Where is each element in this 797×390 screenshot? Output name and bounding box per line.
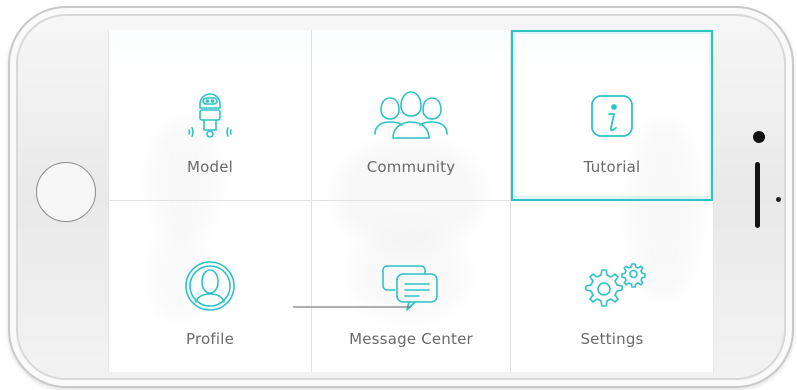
menu-tile-message-center[interactable]: Message Center [312, 201, 511, 372]
menu-tile-profile[interactable]: Profile [109, 201, 312, 372]
earpiece-speaker [755, 162, 760, 228]
tile-label: Profile [185, 330, 235, 348]
menu-tile-settings[interactable]: Settings [511, 201, 713, 372]
tile-label: Model [186, 158, 234, 176]
front-camera [753, 131, 765, 143]
robot-icon [170, 86, 250, 146]
menu-tile-tutorial[interactable]: Tutorial [511, 30, 713, 201]
group-icon [371, 86, 451, 146]
tile-label: Community [366, 158, 456, 176]
info-icon [572, 86, 652, 146]
home-button[interactable] [36, 162, 96, 222]
menu-tile-model[interactable]: Model [109, 30, 312, 201]
tile-label: Tutorial [583, 158, 641, 176]
strikethrough-overlay [293, 306, 411, 308]
device-frame: Model Community Tutorial Profile Message… [0, 0, 797, 390]
tile-label: Settings [580, 330, 644, 348]
main-menu-grid: Model Community Tutorial Profile Message… [109, 30, 713, 372]
gears-icon [572, 256, 652, 316]
app-screen: Model Community Tutorial Profile Message… [108, 30, 714, 372]
menu-tile-community[interactable]: Community [312, 30, 511, 201]
tile-label: Message Center [349, 330, 473, 348]
proximity-sensor [776, 197, 781, 202]
user-avatar-icon [170, 256, 250, 316]
